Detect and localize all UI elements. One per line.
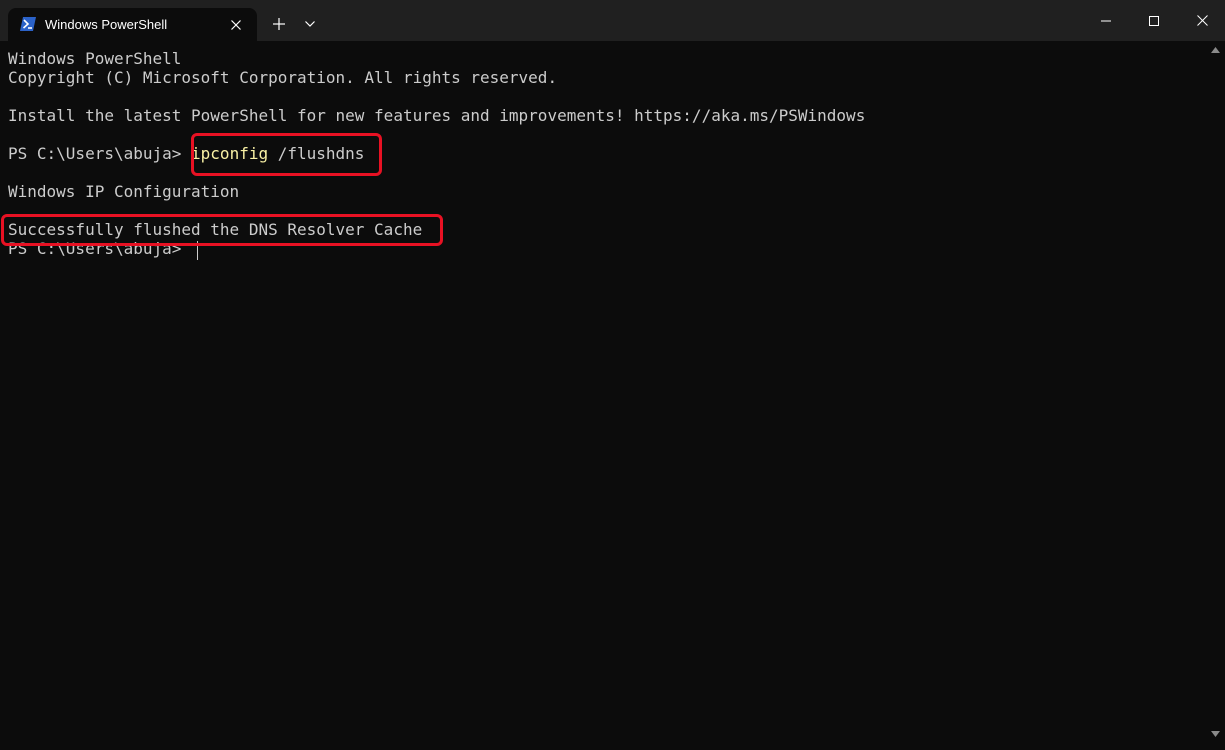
- command-line: PS C:\Users\abuja> ipconfig /flushdns: [8, 144, 364, 163]
- close-tab-icon[interactable]: [226, 15, 246, 35]
- tab-dropdown-button[interactable]: [298, 12, 322, 36]
- powershell-icon: [20, 17, 36, 31]
- banner-title: Windows PowerShell: [8, 49, 182, 68]
- text-cursor: [197, 241, 198, 260]
- maximize-button[interactable]: [1131, 0, 1177, 41]
- command-name: ipconfig: [191, 144, 269, 163]
- ip-config-header: Windows IP Configuration: [8, 182, 240, 201]
- close-window-button[interactable]: [1179, 0, 1225, 41]
- scroll-up-icon[interactable]: [1211, 47, 1220, 53]
- minimize-button[interactable]: [1083, 0, 1129, 41]
- new-tab-button[interactable]: [266, 11, 292, 37]
- tab-windows-powershell[interactable]: Windows PowerShell: [8, 8, 257, 41]
- current-prompt: PS C:\Users\abuja>: [8, 239, 192, 258]
- chevron-down-icon: [305, 21, 315, 27]
- minimize-icon: [1101, 20, 1111, 21]
- install-hint-line: Install the latest PowerShell for new fe…: [8, 106, 866, 125]
- copyright-line: Copyright (C) Microsoft Corporation. All…: [8, 68, 558, 87]
- scroll-down-icon[interactable]: [1211, 731, 1220, 737]
- command-args: /flushdns: [268, 144, 365, 163]
- close-icon: [1196, 15, 1208, 26]
- title-bar: Windows PowerShell: [0, 0, 1225, 41]
- maximize-icon: [1149, 15, 1159, 26]
- scrollbar[interactable]: [1207, 41, 1225, 750]
- prompt: PS C:\Users\abuja>: [8, 144, 192, 163]
- flush-success-message: Successfully flushed the DNS Resolver Ca…: [8, 220, 423, 239]
- plus-icon: [273, 18, 285, 30]
- tab-title: Windows PowerShell: [45, 17, 168, 32]
